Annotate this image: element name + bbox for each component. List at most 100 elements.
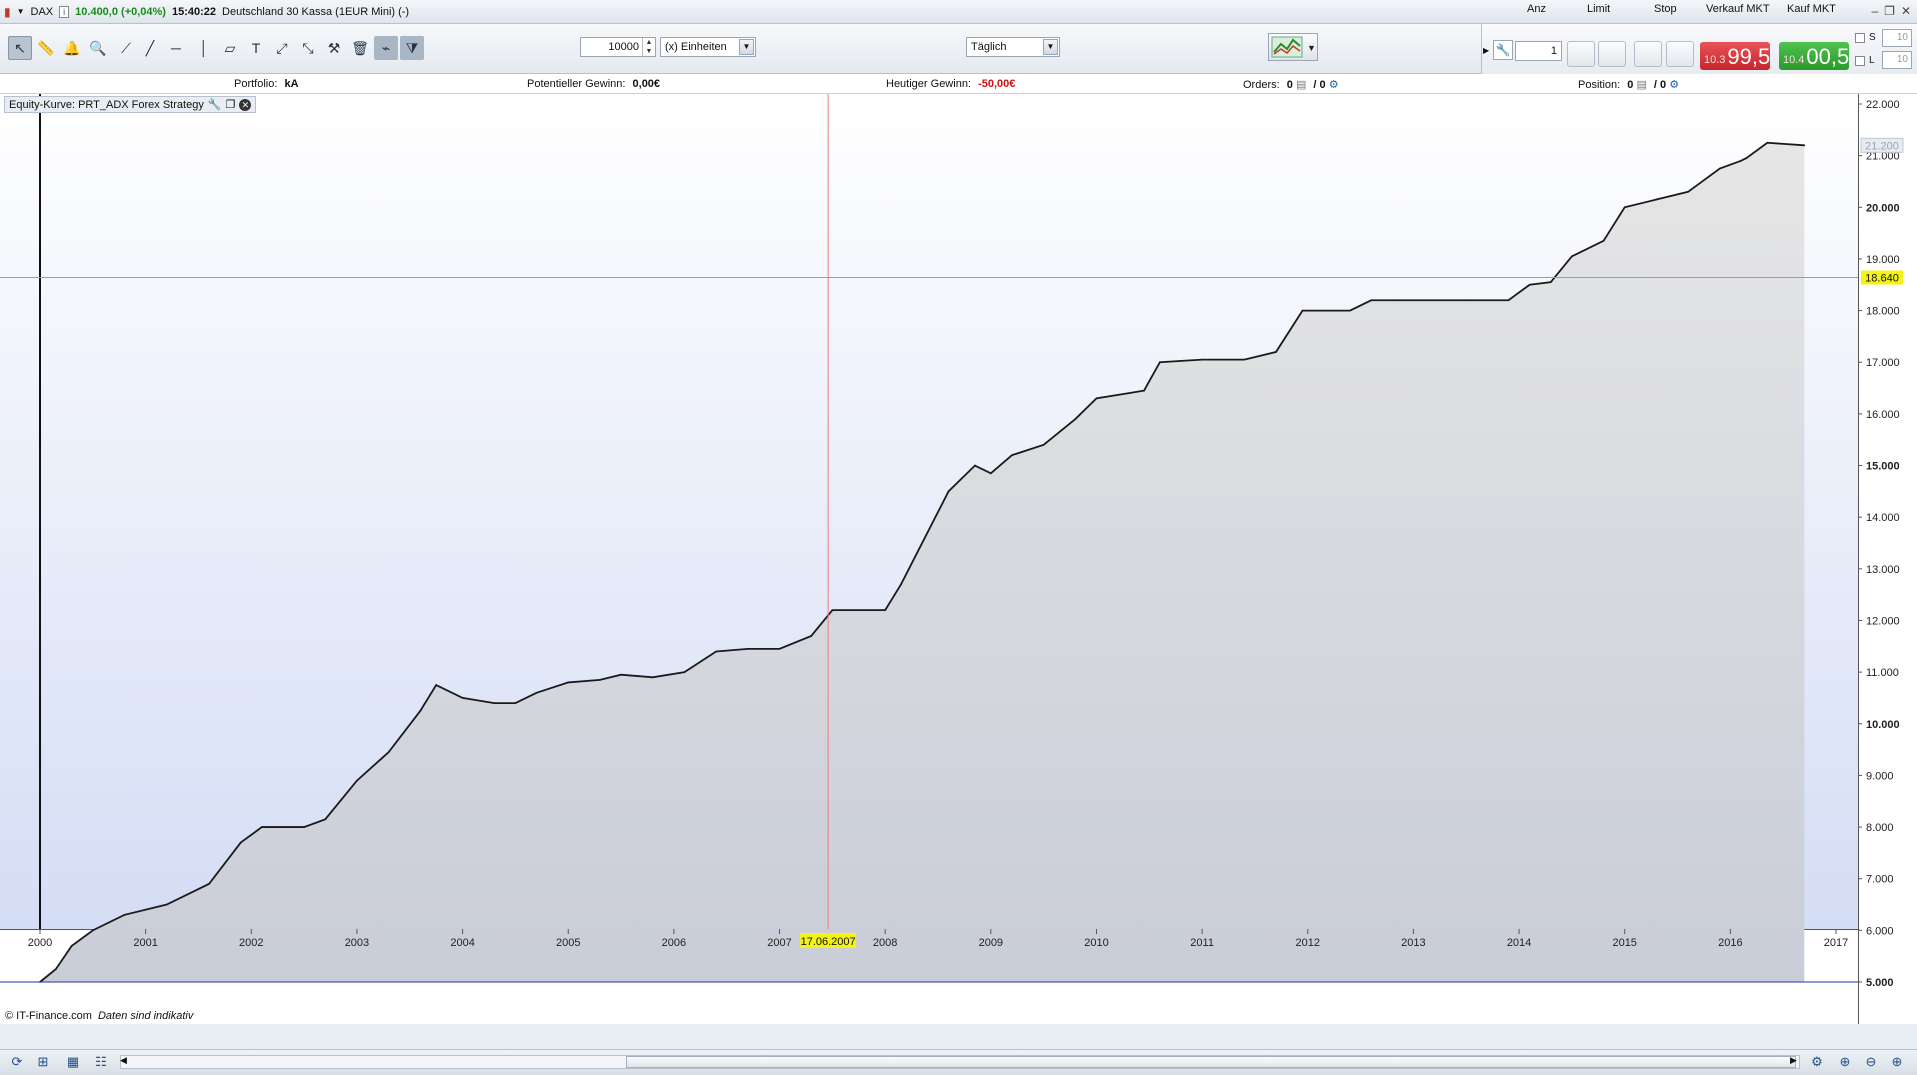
template-icon[interactable]: ▦: [64, 1054, 82, 1072]
time-scrollbar[interactable]: [120, 1055, 1800, 1069]
indicator-tag[interactable]: Equity-Kurve: PRT_ADX Forex Strategy 🔧 ❐…: [4, 96, 257, 113]
collapse-arrow-icon[interactable]: ▶: [1483, 46, 1489, 55]
chart-type-button[interactable]: ▼: [1268, 33, 1318, 61]
gear-icon[interactable]: ⚙: [1669, 79, 1679, 91]
close-icon[interactable]: ✕: [1901, 4, 1911, 18]
y-tick-label: 8.000: [1866, 822, 1894, 834]
equity-point: [990, 472, 992, 475]
stop-checkbox[interactable]: [1855, 33, 1865, 43]
x-tick-label: 2010: [1084, 937, 1108, 949]
add-indicator-icon[interactable]: ⊞: [34, 1054, 52, 1072]
vertical-line-icon[interactable]: │: [192, 36, 216, 60]
indicator-title: Equity-Kurve: PRT_ADX Forex Strategy: [9, 98, 204, 111]
equity-point: [514, 702, 517, 704]
equity-point: [493, 702, 496, 704]
equity-point: [1571, 255, 1573, 258]
equity-point: [683, 671, 686, 673]
gear-icon[interactable]: ⚙: [1329, 79, 1339, 91]
scroll-right-icon[interactable]: ▶: [1790, 1055, 1797, 1066]
stop-buy-button[interactable]: [1634, 41, 1662, 67]
equity-point: [810, 635, 813, 637]
equity-point: [1507, 299, 1510, 302]
chevron-down-icon[interactable]: ▼: [739, 39, 754, 55]
equity-point: [947, 490, 950, 493]
position-list-icon[interactable]: ▤: [1636, 79, 1646, 91]
trend-indicator-icon[interactable]: ⌁: [374, 36, 398, 60]
copyright-note: © IT-Finance.com Daten sind indikativ: [5, 1010, 193, 1022]
orders-list-icon[interactable]: ▤: [1296, 79, 1306, 91]
info-icon[interactable]: i: [59, 5, 70, 18]
quantity-stepper[interactable]: ▲ ▼: [642, 38, 655, 56]
limit-sell-button[interactable]: [1598, 41, 1626, 67]
equity-point: [535, 691, 538, 694]
potential-profit-value: 0,00€: [632, 78, 661, 90]
equity-point: [842, 609, 844, 611]
zoom-fit-icon[interactable]: ⊕: [1836, 1054, 1854, 1072]
ray-tool-icon[interactable]: ╱: [138, 36, 162, 60]
detach-window-icon[interactable]: ❐: [226, 98, 236, 111]
limit-checkbox[interactable]: [1855, 56, 1865, 66]
bottom-bar: ⟳ ⊞ ▦ ☷ ◀ ▶ ⚙ ⊕ ⊖ ⊕: [0, 1049, 1917, 1075]
pointer-tool-icon[interactable]: ↖: [8, 36, 32, 60]
trash-icon[interactable]: 🗑: [348, 36, 372, 60]
equity-point: [261, 826, 263, 828]
text-tool-icon[interactable]: T: [244, 36, 268, 60]
scrollbar-thumb[interactable]: [626, 1056, 1796, 1068]
stop-sell-button[interactable]: [1666, 41, 1694, 67]
gann-tool-icon[interactable]: ⤡: [296, 36, 320, 60]
scroll-left-icon[interactable]: ◀: [120, 1055, 127, 1066]
close-indicator-icon[interactable]: ✕: [239, 98, 252, 111]
instrument-name: Deutschland 30 Kassa (1EUR Mini) (-): [222, 5, 410, 18]
portfolio-info: Portfolio: kA: [234, 78, 299, 90]
restore-icon[interactable]: ❐: [1884, 4, 1895, 18]
x-tick-label: 2008: [873, 937, 897, 949]
refresh-chart-icon[interactable]: ⟳: [8, 1054, 26, 1072]
ruler-tool-icon[interactable]: 📏: [34, 36, 58, 60]
alert-bell-icon[interactable]: 🔔: [60, 36, 84, 60]
portfolio-value: kA: [284, 78, 299, 90]
order-qty-input[interactable]: 1: [1515, 41, 1562, 61]
dropdown-arrow-icon[interactable]: ▼: [17, 7, 25, 16]
trading-app: ▮ ▼ DAX i 10.400,0 (+0,04%) 15:40:22 Deu…: [0, 0, 1917, 1075]
properties-tool-icon[interactable]: ⚒: [322, 36, 346, 60]
minimize-icon[interactable]: –: [1871, 4, 1878, 18]
layout-icon[interactable]: ☷: [92, 1054, 110, 1072]
position-info[interactable]: Position: 0 ▤ / 0 ⚙: [1578, 78, 1679, 91]
timeframe-select[interactable]: Täglich ▼: [966, 37, 1060, 57]
portfolio-label: Portfolio:: [234, 78, 278, 90]
equity-chart[interactable]: 5.000 6.000 7.000 8.000 9.000 10.000 11.000 12.…: [0, 94, 1917, 1024]
trendline-tool-icon[interactable]: ⟋: [114, 36, 138, 60]
fibonacci-tool-icon[interactable]: ⤢: [270, 36, 294, 60]
horizontal-line-icon[interactable]: ─: [164, 36, 188, 60]
x-tick-label: 2012: [1296, 937, 1320, 949]
x-tick-label: 2003: [345, 937, 369, 949]
sell-market-button[interactable]: 10.3 99,5: [1700, 42, 1770, 70]
channel-tool-icon[interactable]: ▱: [218, 36, 242, 60]
pattern-indicator-icon[interactable]: ⧩: [400, 36, 424, 60]
equity-point: [435, 684, 437, 686]
stop-distance-input[interactable]: 10: [1882, 29, 1912, 47]
chart-panel[interactable]: 5.000 6.000 7.000 8.000 9.000 10.000 11.000 12.…: [0, 94, 1917, 1024]
x-tick-label: 2013: [1401, 937, 1425, 949]
chart-settings-icon[interactable]: ⚙: [1808, 1054, 1826, 1072]
y-tick-label: 14.000: [1866, 512, 1900, 524]
limit-buy-button[interactable]: [1567, 41, 1595, 67]
chevron-down-icon[interactable]: ▼: [1043, 39, 1058, 55]
equity-point: [916, 552, 918, 555]
potential-profit-info: Potentieller Gewinn: 0,00€: [527, 78, 660, 90]
equity-point: [857, 609, 860, 611]
instrument-symbol[interactable]: DAX: [31, 6, 54, 18]
y-tick-label: 22.000: [1866, 99, 1900, 111]
settings-wrench-icon[interactable]: 🔧: [1493, 40, 1513, 60]
zoom-out-icon[interactable]: ⊖: [1862, 1054, 1880, 1072]
limit-distance-input[interactable]: 10: [1882, 51, 1912, 69]
potential-profit-label: Potentieller Gewinn:: [527, 78, 626, 90]
wrench-icon[interactable]: 🔧: [208, 98, 222, 111]
unit-select[interactable]: (x) Einheiten ▼: [660, 37, 756, 57]
zoom-in-icon[interactable]: ⊕: [1888, 1054, 1906, 1072]
qty-label: Anz: [1527, 3, 1546, 15]
orders-info[interactable]: Orders: 0 ▤ / 0 ⚙: [1243, 78, 1339, 91]
buy-market-button[interactable]: 10.4 00,5: [1779, 42, 1849, 70]
x-tick-label: 2009: [979, 937, 1003, 949]
zoom-tool-icon[interactable]: 🔍: [86, 36, 110, 60]
